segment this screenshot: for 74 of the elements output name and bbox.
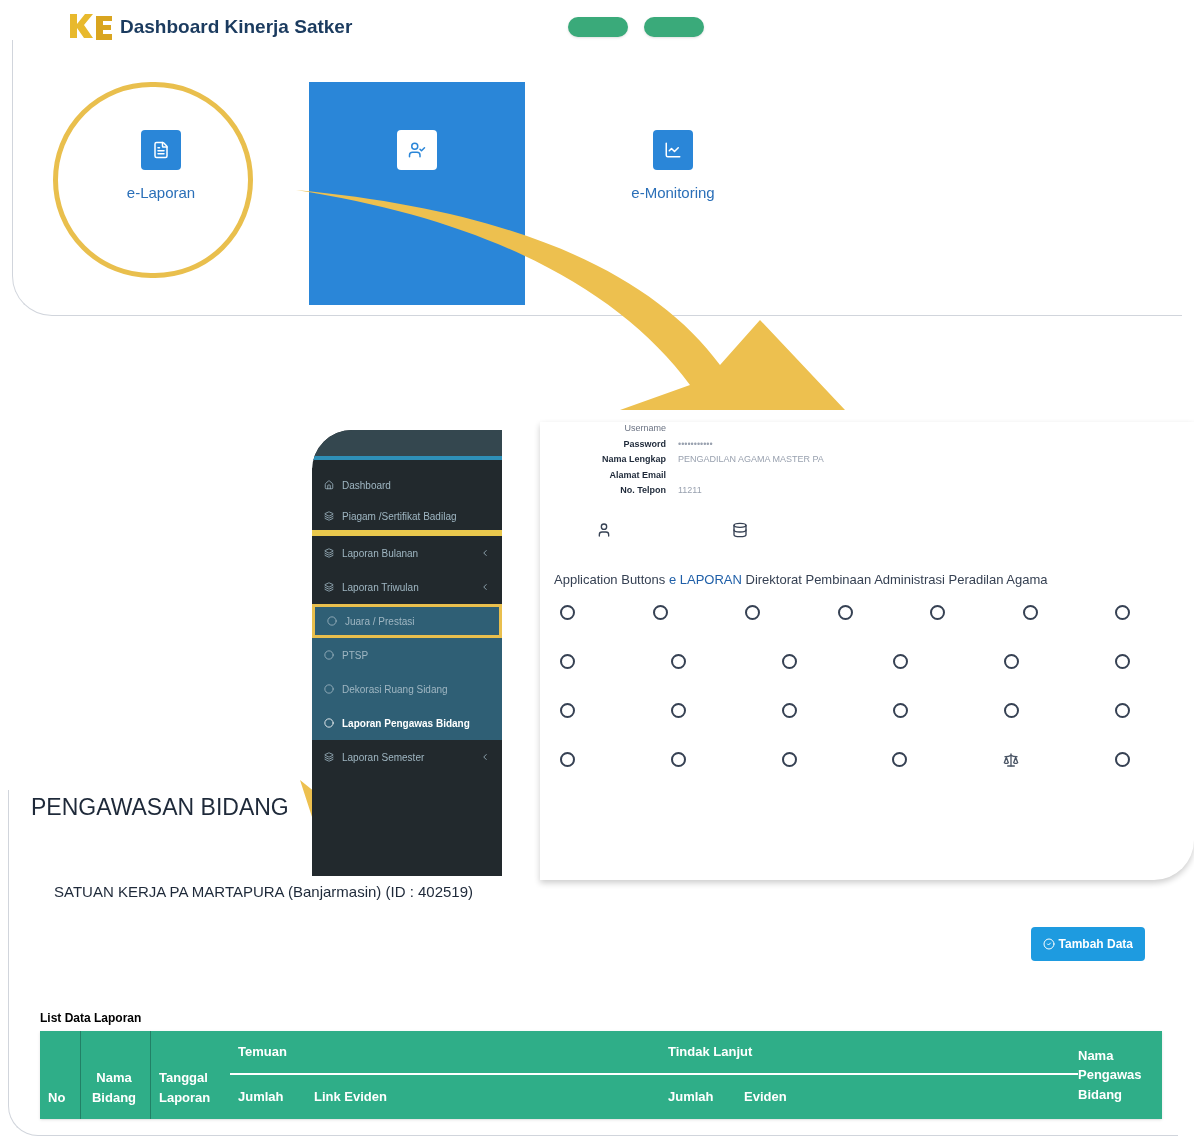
section-heading: Application Buttons e LAPORAN Direktorat Pembinaan Administrasi Peradilan Agama xyxy=(554,570,1049,589)
app-button-icon[interactable] xyxy=(781,752,797,767)
column-header: Temuan xyxy=(238,1043,288,1062)
app-title: Dashboard Kinerja Satker xyxy=(120,14,353,39)
layers-icon xyxy=(324,582,334,592)
app-button-icon[interactable] xyxy=(671,654,686,669)
column-header: Tanggal Laporan xyxy=(159,1069,212,1107)
column-header: Tindak Lanjut xyxy=(668,1043,753,1062)
user-icon[interactable] xyxy=(596,521,612,538)
app-button-icon[interactable] xyxy=(560,752,575,767)
app-button-icon[interactable] xyxy=(1022,605,1038,620)
list-title: List Data Laporan xyxy=(40,1010,143,1027)
feature-card[interactable]: e-Monitoring xyxy=(565,82,781,305)
header-button[interactable] xyxy=(644,17,705,37)
circle-icon xyxy=(324,684,334,694)
app-button-icon[interactable] xyxy=(1004,703,1019,718)
app-button-icon[interactable] xyxy=(560,605,575,620)
chevron-left-icon xyxy=(480,548,490,558)
chart-icon xyxy=(653,130,693,170)
app-button-icon[interactable] xyxy=(893,703,908,718)
app-button-icon[interactable] xyxy=(745,605,760,620)
feature-card[interactable]: e-Laporan xyxy=(53,82,269,305)
circle-icon xyxy=(324,650,334,660)
app-button-icon[interactable] xyxy=(1115,752,1130,767)
field-label: No. Telpon xyxy=(619,484,666,497)
app-button-icon[interactable] xyxy=(1004,654,1019,669)
column-header: Link Eviden xyxy=(314,1088,388,1107)
column-header: Jumlah xyxy=(668,1088,715,1107)
page-subtitle: SATUAN KERJA PA MARTAPURA (Banjarmasin) (ID : 402519) xyxy=(54,881,475,902)
app-button-icon[interactable] xyxy=(892,752,908,767)
circle-icon xyxy=(324,718,334,728)
chevron-left-icon xyxy=(480,752,490,762)
layers-icon xyxy=(324,752,334,762)
app-button-icon[interactable] xyxy=(930,605,945,620)
document-icon xyxy=(141,130,181,170)
column-header: No xyxy=(48,1088,66,1107)
header-button[interactable] xyxy=(568,17,629,37)
feature-title: e-Laporan xyxy=(126,183,196,203)
column-header: Nama Pengawas Bidang xyxy=(1078,1046,1143,1104)
field-value: PENGADILAN AGAMA MASTER PA xyxy=(678,453,824,466)
field-label: Nama Lengkap xyxy=(600,453,666,466)
app-button-icon[interactable] xyxy=(670,752,686,767)
field-label: Username xyxy=(623,422,666,435)
field-label: Password xyxy=(622,437,666,451)
chevron-left-icon xyxy=(480,582,490,592)
app-button-icon[interactable] xyxy=(1115,703,1130,718)
scale-icon[interactable] xyxy=(1003,752,1020,768)
field-value: ••••••••••• xyxy=(678,437,713,451)
app-button-icon[interactable] xyxy=(837,605,853,620)
app-button-icon[interactable] xyxy=(893,654,908,669)
circle-icon xyxy=(327,616,337,626)
app-button-icon[interactable] xyxy=(782,703,797,718)
app-button-icon[interactable] xyxy=(1115,605,1130,620)
app-button-icon[interactable] xyxy=(560,654,575,669)
database-icon[interactable] xyxy=(732,521,748,538)
app-button-icon[interactable] xyxy=(652,605,668,620)
app-button-icon[interactable] xyxy=(1115,654,1130,669)
check-circle-icon xyxy=(1042,938,1055,950)
column-header: Nama Bidang xyxy=(90,1069,138,1107)
field-value: 11211 xyxy=(678,484,702,497)
page-title: PENGAWASAN BIDANG xyxy=(31,793,290,822)
sidebar-item[interactable]: Laporan Pengawas Bidang xyxy=(312,706,502,740)
column-header: Jumlah xyxy=(238,1088,285,1107)
field-label: Alamat Email xyxy=(608,468,666,482)
home-icon xyxy=(324,480,334,490)
column-header: Eviden xyxy=(744,1088,787,1107)
feature-card-active[interactable] xyxy=(309,82,525,305)
app-button-icon[interactable] xyxy=(782,654,797,669)
layers-icon xyxy=(324,511,334,521)
app-button-icon[interactable] xyxy=(560,703,575,718)
user-check-icon xyxy=(397,130,437,170)
feature-title: e-Monitoring xyxy=(631,183,715,203)
layers-icon xyxy=(324,548,334,558)
app-button-icon[interactable] xyxy=(671,703,686,718)
